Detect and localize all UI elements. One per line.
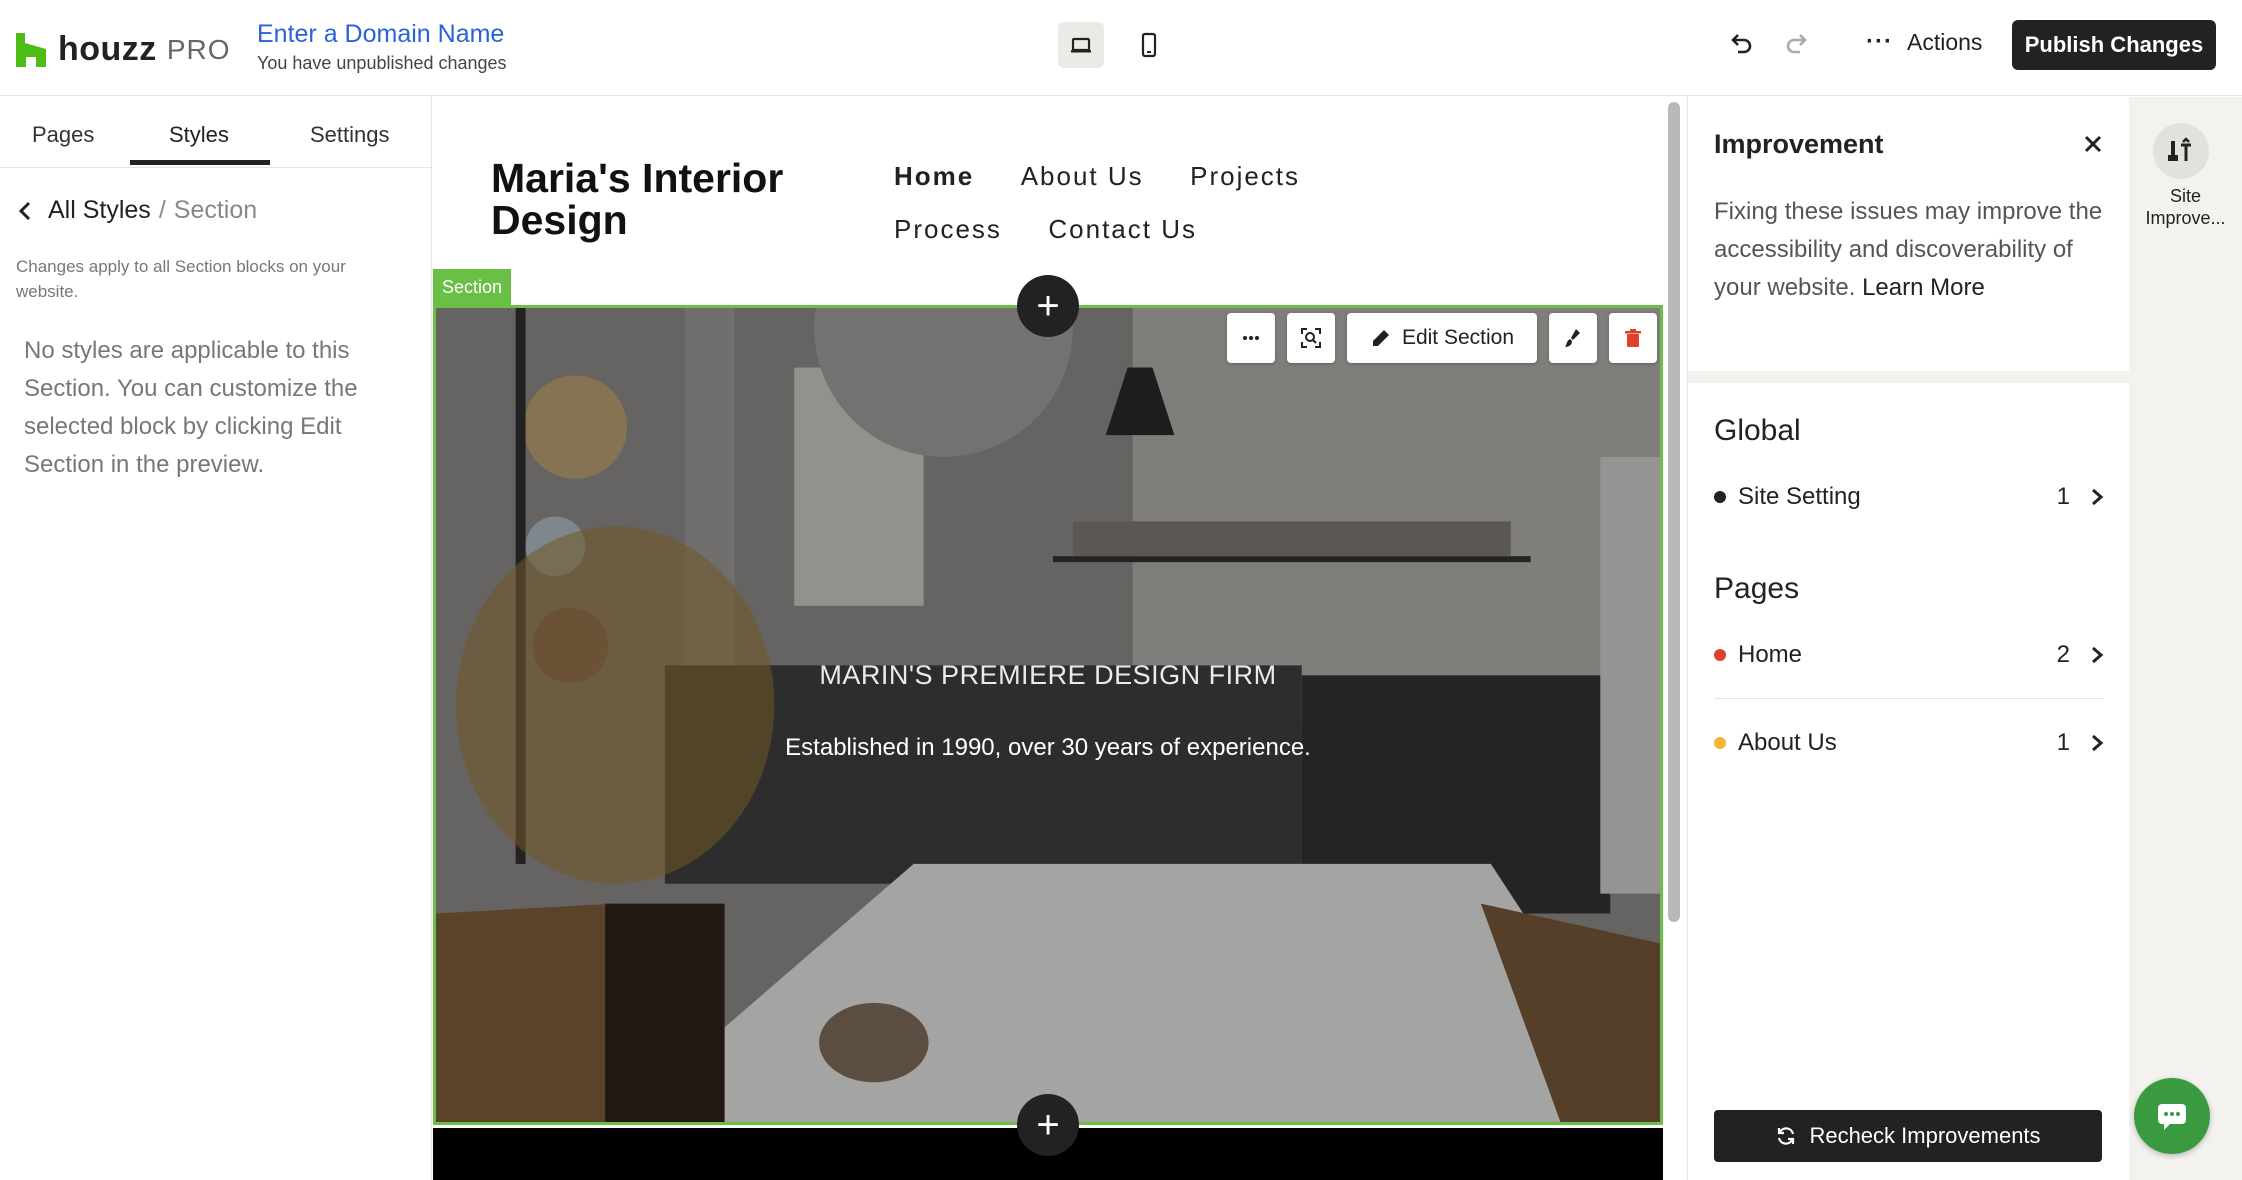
improvement-panel: Improvement Fixing these issues may impr… — [1687, 97, 2130, 1180]
panel-tabs: Pages Styles Settings — [0, 96, 431, 168]
chevron-right-icon — [2092, 646, 2104, 664]
improvement-item-about-us[interactable]: About Us 1 — [1714, 723, 2104, 763]
hero-subheading[interactable]: Established in 1990, over 30 years of ex… — [436, 734, 1660, 762]
improvement-title: Improvement — [1714, 129, 1884, 159]
improvement-item-home[interactable]: Home 2 — [1714, 635, 2104, 675]
more-dots-icon: ··· — [1866, 28, 1893, 55]
chevron-right-icon — [2092, 734, 2104, 752]
actions-menu[interactable]: ··· Actions — [1866, 28, 1982, 56]
sort-tools-icon — [2168, 137, 2191, 161]
paint-brush-icon — [1565, 329, 1580, 347]
nav-about-us[interactable]: About Us — [1021, 161, 1144, 192]
delete-section-button[interactable] — [1609, 313, 1657, 363]
item-count: 1 — [2056, 729, 2070, 756]
panel-divider-band — [1688, 371, 2130, 383]
add-section-above-button[interactable]: + — [1017, 275, 1079, 337]
recheck-label: Recheck Improvements — [1809, 1123, 2041, 1148]
chat-support-button[interactable] — [2134, 1078, 2210, 1154]
group-title-global: Global — [1714, 414, 1801, 447]
breadcrumb-all-styles[interactable]: All Styles — [48, 196, 151, 225]
hero-heading[interactable]: MARIN'S PREMIERE DESIGN FIRM — [436, 660, 1660, 691]
item-count: 1 — [2056, 483, 2070, 510]
refresh-icon — [1778, 1127, 1795, 1145]
site-improve-button[interactable] — [2153, 123, 2209, 179]
breadcrumb-separator: / — [158, 196, 166, 224]
section-tag: Section — [433, 269, 511, 305]
tab-pages[interactable]: Pages — [32, 122, 94, 148]
phone-icon — [1141, 32, 1157, 58]
logo-tier: PRO — [166, 33, 231, 65]
styles-panel: Pages Styles Settings All Styles / Secti… — [0, 96, 432, 1180]
domain-block: Enter a Domain Name You have unpublished… — [257, 20, 507, 74]
breadcrumb: All Styles / Section — [16, 196, 257, 225]
chevron-left-icon[interactable] — [16, 200, 34, 222]
hero-section[interactable]: MARIN'S PREMIERE DESIGN FIRM Established… — [433, 305, 1663, 1125]
section-more-button[interactable] — [1227, 313, 1275, 363]
mobile-view-button[interactable] — [1126, 22, 1172, 68]
unpublished-status: You have unpublished changes — [257, 53, 507, 73]
site-title[interactable]: Maria's Interior Design — [491, 157, 821, 241]
site-nav: Home About Us Projects Process Contact U… — [894, 161, 1494, 267]
site-improve-label: Site Improve... — [2145, 186, 2226, 228]
edit-section-label: Edit Section — [1401, 326, 1515, 349]
tab-styles[interactable]: Styles — [169, 122, 229, 148]
section-style-button[interactable] — [1549, 313, 1597, 363]
chevron-right-icon — [2092, 488, 2104, 506]
actions-label: Actions — [1906, 28, 1983, 55]
logo-wordmark: houzz — [58, 30, 157, 68]
preview-scrollbar[interactable] — [1668, 102, 1680, 922]
active-tab-indicator — [130, 160, 270, 165]
item-label: Home — [1738, 641, 1803, 668]
status-dot — [1714, 649, 1726, 661]
tools-rail: Site Improve... — [2129, 97, 2242, 1180]
group-title-pages: Pages — [1714, 572, 1800, 605]
row-divider — [1714, 698, 2104, 699]
scope-note: Changes apply to all Section blocks on y… — [16, 257, 346, 301]
site-preview: Maria's Interior Design Home About Us Pr… — [433, 97, 1686, 1180]
item-label: About Us — [1738, 729, 1837, 756]
nav-projects[interactable]: Projects — [1190, 161, 1300, 192]
pencil-icon — [1372, 330, 1389, 346]
improvement-item-site-setting[interactable]: Site Setting 1 — [1714, 477, 2104, 517]
nav-home[interactable]: Home — [894, 161, 974, 192]
empty-styles-message: No styles are applicable to this Section… — [24, 337, 358, 478]
breadcrumb-current: Section — [173, 196, 258, 224]
zoom-focus-icon — [1301, 328, 1321, 348]
publish-changes-button[interactable]: Publish Changes — [2012, 20, 2216, 70]
recheck-improvements-button[interactable]: Recheck Improvements — [1714, 1110, 2102, 1162]
add-section-below-button[interactable]: + — [1017, 1094, 1079, 1156]
item-label: Site Setting — [1738, 483, 1861, 510]
trash-icon — [1625, 329, 1641, 347]
close-icon[interactable] — [2082, 133, 2104, 155]
kitchen-hero-image — [436, 308, 1660, 1122]
improvement-description: Fixing these issues may improve the acce… — [1714, 193, 2104, 307]
nav-process[interactable]: Process — [894, 214, 1002, 245]
houzz-logo[interactable]: houzz PRO — [16, 30, 231, 69]
learn-more-link[interactable]: Learn More — [1862, 274, 1985, 301]
top-bar: houzz PRO Enter a Domain Name You have u… — [0, 0, 2242, 96]
focus-section-button[interactable] — [1287, 313, 1335, 363]
enter-domain-link[interactable]: Enter a Domain Name — [257, 20, 507, 49]
undo-icon[interactable] — [1724, 28, 1756, 60]
more-dots-icon — [1243, 336, 1259, 340]
tab-settings[interactable]: Settings — [310, 122, 390, 148]
nav-contact-us[interactable]: Contact Us — [1048, 214, 1197, 245]
device-toggle — [1058, 22, 1172, 68]
chat-bubble-icon — [2158, 1104, 2186, 1130]
item-count: 2 — [2056, 641, 2070, 668]
redo-icon[interactable] — [1782, 28, 1814, 60]
status-dot — [1714, 737, 1726, 749]
laptop-icon — [1071, 37, 1091, 53]
edit-section-button[interactable]: Edit Section — [1347, 313, 1537, 363]
desktop-view-button[interactable] — [1058, 22, 1104, 68]
houzz-logo-icon — [16, 32, 46, 67]
status-dot — [1714, 491, 1726, 503]
